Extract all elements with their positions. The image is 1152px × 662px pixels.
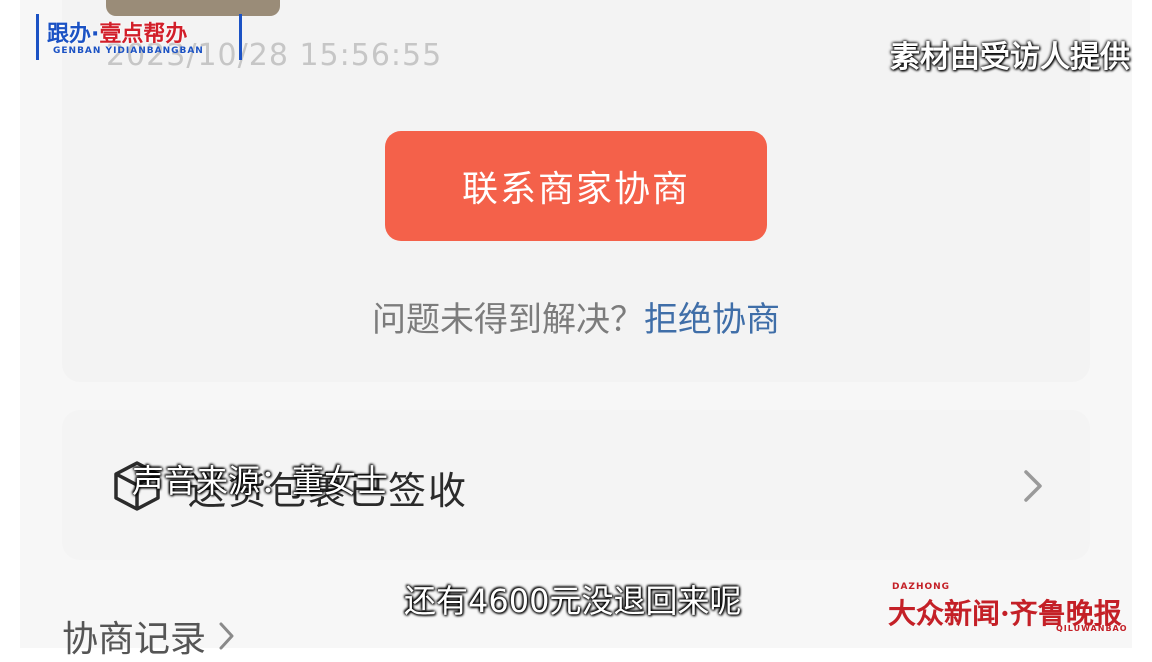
- logo-text-a: 跟办: [47, 22, 92, 47]
- material-source-note: 素材由受访人提供: [890, 40, 1130, 75]
- video-subtitle: 还有4600元没退回来呢: [404, 582, 742, 620]
- negotiation-records-link[interactable]: 协商记录: [62, 610, 238, 662]
- dazhong-news-logo: DAZHONG 大众新闻·齐鲁晚报 QILUWANBAO: [880, 582, 1130, 638]
- records-label: 协商记录: [62, 619, 207, 660]
- logo-qiluwanbao-text: QILUWANBAO: [1056, 624, 1128, 633]
- chevron-right-icon: [219, 622, 234, 650]
- logo-text-b: 壹点帮办: [99, 22, 188, 47]
- reject-negotiation-link[interactable]: 拒绝协商: [644, 300, 780, 340]
- logo-dazhong-text: DAZHONG: [892, 582, 951, 592]
- logo-subtext: GENBAN YIDIANBANGBAN: [53, 46, 204, 56]
- help-line: 问题未得到解决？拒绝协商: [0, 292, 1152, 341]
- contact-merchant-button[interactable]: 联系商家协商: [385, 131, 767, 241]
- question-text: 问题未得到解决？: [372, 300, 644, 340]
- chevron-right-icon: [1024, 470, 1042, 502]
- voice-source-caption: 声音来源：董女士: [132, 462, 389, 500]
- genban-logo: 跟办·壹点帮办 GENBAN YIDIANBANGBAN: [36, 14, 242, 60]
